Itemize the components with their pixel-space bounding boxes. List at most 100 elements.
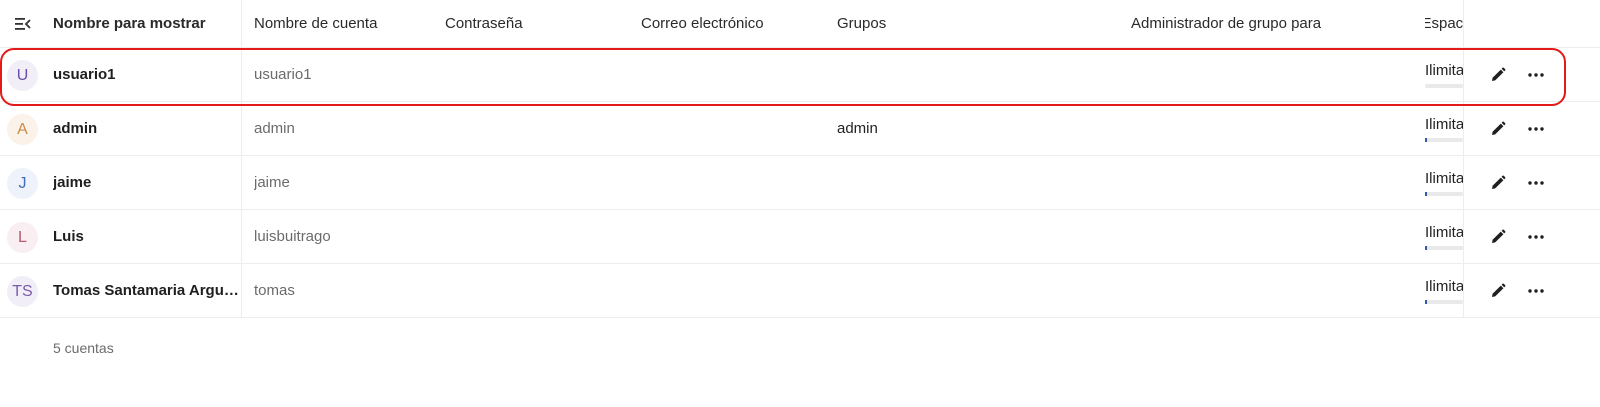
- avatar: U: [7, 60, 38, 91]
- account-name: admin: [254, 120, 295, 137]
- edit-button[interactable]: [1483, 114, 1513, 144]
- account-name: tomas: [254, 282, 295, 299]
- subadmin-cell: [1131, 102, 1411, 155]
- edit-button[interactable]: [1483, 60, 1513, 90]
- display-name: Tomas Santamaria Argu…: [53, 282, 239, 299]
- avatar: J: [7, 168, 38, 199]
- display-name: usuario1: [53, 66, 116, 83]
- toggle-sidebar-button[interactable]: [0, 0, 46, 47]
- groups-cell: admin: [837, 120, 878, 137]
- password-cell: [445, 48, 625, 101]
- column-separator: [241, 156, 242, 209]
- edit-button[interactable]: [1483, 222, 1513, 252]
- quota-text: Ilimita: [1425, 223, 1463, 241]
- more-horizontal-icon: [1528, 73, 1544, 77]
- quota-bar: [1425, 245, 1463, 250]
- more-actions-button[interactable]: [1521, 114, 1551, 144]
- table-header: Nombre para mostrar Nombre de cuenta Con…: [0, 0, 1600, 48]
- display-name: jaime: [53, 174, 92, 191]
- quota-fill: [1425, 299, 1427, 304]
- password-cell: [445, 102, 625, 155]
- groups-cell: [837, 48, 1117, 101]
- quota-text: Ilimita: [1425, 169, 1463, 187]
- header-subadmin: Administrador de grupo para: [1131, 15, 1322, 32]
- quota-fill: [1425, 84, 1427, 88]
- quota-bar: [1425, 83, 1463, 88]
- edit-button[interactable]: [1483, 276, 1513, 306]
- collapse-menu-icon: [15, 17, 31, 30]
- quota-fill: [1425, 191, 1427, 196]
- password-cell: [445, 156, 625, 209]
- quota-text: Ilimita: [1425, 61, 1463, 79]
- pencil-icon: [1492, 121, 1506, 135]
- subadmin-cell: [1131, 264, 1411, 317]
- avatar: L: [7, 222, 38, 253]
- actions-separator: [1463, 156, 1464, 209]
- password-cell: [445, 210, 625, 263]
- quota-cell: Ilimita: [1425, 264, 1463, 317]
- subadmin-cell: [1131, 156, 1411, 209]
- quota-text: Ilimita: [1425, 277, 1463, 295]
- subadmin-cell: [1131, 210, 1411, 263]
- header-quota: Espaci: [1425, 15, 1463, 32]
- header-password: Contraseña: [445, 15, 523, 32]
- more-actions-button[interactable]: [1521, 222, 1551, 252]
- groups-cell: [837, 264, 1117, 317]
- email-cell: [641, 102, 821, 155]
- pencil-icon: [1492, 229, 1506, 243]
- more-actions-button[interactable]: [1521, 60, 1551, 90]
- avatar: TS: [7, 276, 38, 307]
- email-cell: [641, 210, 821, 263]
- account-name: jaime: [254, 174, 290, 191]
- actions-separator: [1463, 102, 1464, 155]
- users-table: Nombre para mostrar Nombre de cuenta Con…: [0, 0, 1600, 318]
- user-row[interactable]: L Luis luisbuitrago Ilimita: [0, 210, 1600, 264]
- column-separator: [241, 102, 242, 155]
- display-name: admin: [53, 120, 98, 137]
- pencil-icon: [1492, 67, 1506, 81]
- user-row[interactable]: U usuario1 usuario1 Ilimita: [0, 48, 1600, 102]
- more-actions-button[interactable]: [1521, 168, 1551, 198]
- actions-separator: [1463, 210, 1464, 263]
- display-name: Luis: [53, 228, 84, 245]
- user-row[interactable]: A admin admin admin Ilimita: [0, 102, 1600, 156]
- pencil-icon: [1492, 283, 1506, 297]
- quota-cell: Ilimita: [1425, 210, 1463, 263]
- email-cell: [641, 264, 821, 317]
- email-cell: [641, 48, 821, 101]
- header-groups: Grupos: [837, 15, 887, 32]
- user-row[interactable]: TS Tomas Santamaria Argu… tomas Ilimita: [0, 264, 1600, 318]
- quota-text: Ilimita: [1425, 115, 1463, 133]
- account-count: 5 cuentas: [53, 340, 114, 356]
- actions-separator: [1463, 0, 1464, 47]
- subadmin-cell: [1131, 48, 1411, 101]
- quota-fill: [1425, 137, 1427, 142]
- account-name: usuario1: [254, 66, 312, 83]
- more-horizontal-icon: [1528, 127, 1544, 131]
- more-horizontal-icon: [1528, 235, 1544, 239]
- actions-separator: [1463, 48, 1464, 101]
- quota-bar: [1425, 191, 1463, 196]
- edit-button[interactable]: [1483, 168, 1513, 198]
- avatar: A: [7, 114, 38, 145]
- quota-cell: Ilimita: [1425, 102, 1463, 155]
- groups-cell: [837, 210, 1117, 263]
- quota-fill: [1425, 245, 1427, 250]
- pencil-icon: [1492, 175, 1506, 189]
- actions-separator: [1463, 264, 1464, 317]
- header-email: Correo electrónico: [641, 15, 764, 32]
- column-separator: [241, 210, 242, 263]
- column-separator: [241, 0, 242, 47]
- column-separator: [241, 264, 242, 317]
- groups-cell: [837, 156, 1117, 209]
- user-row[interactable]: J jaime jaime Ilimita: [0, 156, 1600, 210]
- more-actions-button[interactable]: [1521, 276, 1551, 306]
- header-display-name[interactable]: Nombre para mostrar: [53, 0, 241, 47]
- more-horizontal-icon: [1528, 289, 1544, 293]
- quota-cell: Ilimita: [1425, 156, 1463, 209]
- more-horizontal-icon: [1528, 181, 1544, 185]
- quota-cell: Ilimita: [1425, 48, 1463, 101]
- email-cell: [641, 156, 821, 209]
- account-name: luisbuitrago: [254, 228, 331, 245]
- quota-bar: [1425, 137, 1463, 142]
